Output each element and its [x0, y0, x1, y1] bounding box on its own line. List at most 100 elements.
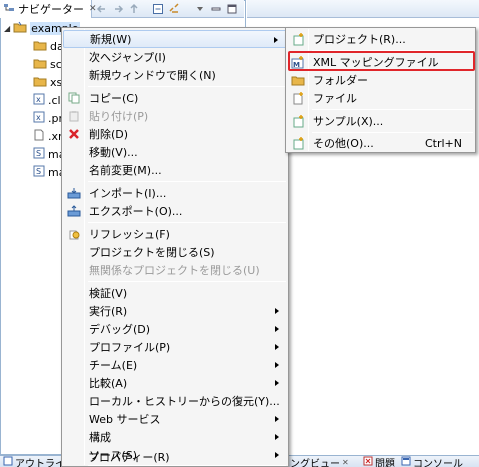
problems-icon — [363, 456, 373, 467]
menu-item-close-unrelated[interactable]: 無関係なプロジェクトを閉じる(U) — [63, 261, 287, 279]
menu-item-label: 新規(W) — [90, 33, 132, 46]
menu-item-label: 比較(A) — [89, 377, 128, 390]
copy-icon — [63, 92, 85, 104]
xml-file-icon: x — [33, 111, 45, 126]
paste-icon — [63, 110, 85, 122]
menu-item-paste[interactable]: 貼り付け(P) — [63, 107, 287, 125]
tree-item[interactable]: sc — [33, 55, 62, 73]
tree-item[interactable]: x .cl — [33, 91, 61, 109]
menu-item-label: 無関係なプロジェクトを閉じる(U) — [89, 264, 260, 277]
tab-mapping-view-label: ングビュー — [290, 458, 340, 467]
context-menu: 新規(W) 次へジャンプ(I) 新規ウィンドウで開く(N) コピー(C) 貼り付… — [61, 27, 289, 467]
menu-item-compare[interactable]: 比較(A) — [63, 374, 287, 392]
collapse-all-icon[interactable] — [151, 2, 165, 16]
menu-item-label: Web サービス — [89, 413, 161, 426]
menu-item-label: プロパティー(R) — [88, 451, 170, 464]
menu-item-label: プロファイル(P) — [89, 341, 171, 354]
up-icon[interactable] — [127, 2, 141, 16]
folder-icon — [33, 57, 47, 72]
submenu-arrow-icon — [275, 380, 279, 386]
menu-item-restore-history[interactable]: ローカル・ヒストリーからの復元(Y)... — [63, 392, 287, 410]
script-file-icon: S — [33, 165, 45, 180]
minimize-icon[interactable] — [209, 2, 223, 16]
submenu-item-folder[interactable]: フォルダー — [287, 71, 474, 89]
folder-icon — [33, 39, 47, 54]
submenu-item-other[interactable]: その他(O)... Ctrl+N — [287, 134, 474, 152]
menu-item-run[interactable]: 実行(R) — [63, 302, 287, 320]
forward-icon[interactable] — [111, 2, 125, 16]
menu-item-web-services[interactable]: Web サービス — [63, 410, 287, 428]
editor-header — [247, 0, 479, 18]
menu-item-import[interactable]: インポート(I)... — [63, 184, 287, 202]
tab-console[interactable]: コンソール — [401, 456, 463, 467]
menu-item-close-project[interactable]: プロジェクトを閉じる(S) — [63, 243, 287, 261]
menu-item-label: ローカル・ヒストリーからの復元(Y)... — [89, 395, 280, 408]
submenu-arrow-icon — [275, 344, 279, 350]
tab-console-label: コンソール — [413, 458, 463, 467]
menu-item-properties[interactable]: プロパティー(R) — [62, 448, 288, 466]
menu-item-label: コピー(C) — [89, 92, 139, 105]
submenu-item-file[interactable]: ファイル — [287, 89, 474, 107]
tree-item[interactable]: da — [33, 37, 64, 55]
console-icon — [401, 456, 411, 467]
svg-text:x: x — [36, 95, 41, 104]
tab-mapping-view[interactable]: ングビュー ✕ — [290, 456, 349, 467]
view-menu-icon[interactable] — [193, 2, 207, 16]
menu-item-label: 次へジャンプ(I) — [89, 51, 166, 64]
submenu-arrow-icon — [274, 37, 278, 43]
submenu-item-sample[interactable]: サンプル(X)... — [287, 112, 474, 130]
menu-item-move[interactable]: 移動(V)... — [63, 143, 287, 161]
project-icon — [13, 21, 27, 36]
menu-item-jump-next[interactable]: 次へジャンプ(I) — [63, 48, 287, 66]
menu-item-label: リフレッシュ(F) — [89, 228, 170, 241]
tree-item[interactable]: .xr — [33, 127, 63, 145]
menu-item-open-new-window[interactable]: 新規ウィンドウで開く(N) — [63, 66, 287, 84]
menu-item-validate[interactable]: 検証(V) — [63, 284, 287, 302]
expand-triangle-icon[interactable]: ◢ — [4, 24, 10, 33]
submenu-arrow-icon — [275, 362, 279, 368]
menu-item-team[interactable]: チーム(E) — [63, 356, 287, 374]
back-icon[interactable] — [95, 2, 109, 16]
menu-item-delete[interactable]: 削除(D) — [63, 125, 287, 143]
menu-item-profile[interactable]: プロファイル(P) — [63, 338, 287, 356]
new-sample-icon — [287, 114, 309, 128]
menu-item-debug[interactable]: デバッグ(D) — [63, 320, 287, 338]
submenu-item-label: プロジェクト(R)... — [313, 33, 406, 46]
tree-item[interactable]: xs — [33, 73, 62, 91]
svg-text:S: S — [36, 149, 41, 158]
menu-item-refresh[interactable]: リフレッシュ(F) — [63, 225, 287, 243]
close-icon[interactable]: ✕ — [342, 458, 349, 467]
export-icon — [63, 205, 85, 217]
link-editor-icon[interactable] — [167, 2, 181, 16]
submenu-arrow-icon — [275, 326, 279, 332]
delete-icon — [63, 128, 85, 140]
menu-item-label: チーム(E) — [89, 359, 138, 372]
tab-problems[interactable]: 問題 — [363, 456, 395, 467]
submenu-item-label: フォルダー — [313, 74, 368, 87]
menu-item-label: 新規ウィンドウで開く(N) — [89, 69, 216, 82]
menu-item-new[interactable]: 新規(W) — [63, 30, 287, 48]
highlight-outline — [288, 51, 475, 71]
menu-item-rename[interactable]: 名前変更(M)... — [63, 161, 287, 179]
outline-icon — [3, 456, 13, 467]
svg-text:x: x — [36, 113, 41, 122]
maximize-icon[interactable] — [225, 2, 239, 16]
script-file-icon: S — [33, 147, 45, 162]
new-other-icon — [287, 136, 309, 150]
tab-navigator[interactable]: ナビゲーター ✕ — [0, 0, 97, 18]
menu-item-configure[interactable]: 構成 — [63, 428, 287, 446]
menu-item-label: 貼り付け(P) — [89, 110, 149, 123]
menu-item-export[interactable]: エクスポート(O)... — [63, 202, 287, 220]
tree-item[interactable]: x .pr — [33, 109, 63, 127]
menu-item-label: インポート(I)... — [89, 187, 167, 200]
folder-icon — [33, 75, 47, 90]
menu-item-copy[interactable]: コピー(C) — [63, 89, 287, 107]
tab-outline[interactable]: アウトライ — [3, 456, 65, 467]
shortcut-label: Ctrl+N — [424, 136, 462, 150]
menu-item-label: 検証(V) — [89, 287, 128, 300]
navigator-title: ナビゲーター — [18, 3, 84, 16]
import-icon — [63, 187, 85, 199]
tree-item-label: sc — [50, 57, 62, 71]
refresh-icon — [63, 228, 85, 240]
submenu-item-project[interactable]: プロジェクト(R)... — [287, 30, 474, 48]
